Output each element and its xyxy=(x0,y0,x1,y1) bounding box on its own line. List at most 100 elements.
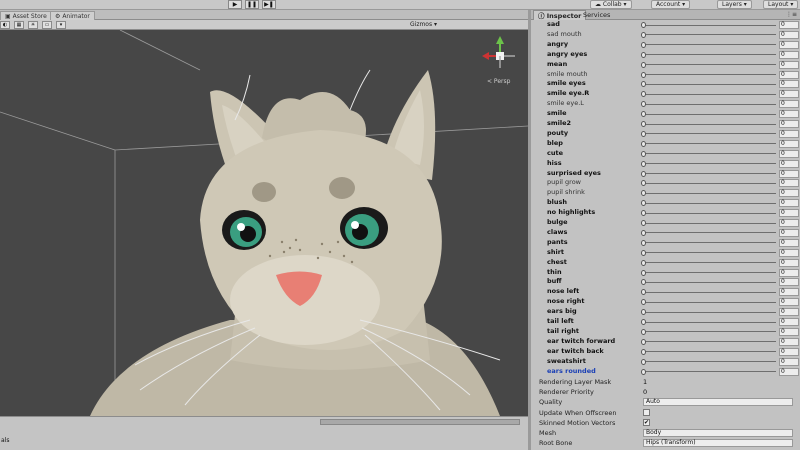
blendshape-slider[interactable] xyxy=(643,371,776,372)
blendshape-value-field[interactable]: 0 xyxy=(779,327,799,336)
layout-dropdown[interactable]: Layout ▾ xyxy=(763,0,799,9)
blendshape-value-field[interactable]: 0 xyxy=(779,268,799,277)
blendshape-slider-thumb[interactable] xyxy=(641,348,646,355)
blendshape-slider-thumb[interactable] xyxy=(641,140,646,147)
property-field[interactable]: Hips (Transform) xyxy=(643,439,793,448)
blendshape-slider[interactable] xyxy=(643,361,776,363)
blendshape-value-field[interactable]: 0 xyxy=(779,60,799,69)
blendshape-slider-thumb[interactable] xyxy=(641,81,646,88)
blendshape-slider[interactable] xyxy=(643,123,776,125)
blendshape-value-field[interactable]: 0 xyxy=(779,209,799,218)
blendshape-slider-thumb[interactable] xyxy=(641,130,646,137)
blendshape-slider[interactable] xyxy=(643,113,776,115)
blendshape-slider-thumb[interactable] xyxy=(641,289,646,296)
blendshape-slider-thumb[interactable] xyxy=(641,279,646,286)
collab-dropdown[interactable]: ☁ Collab ▾ xyxy=(590,0,632,9)
blendshape-slider[interactable] xyxy=(643,301,776,303)
blendshape-value-field[interactable]: 0 xyxy=(779,367,799,376)
blendshape-slider[interactable] xyxy=(643,34,776,36)
blendshape-slider[interactable] xyxy=(643,262,776,264)
blendshape-slider-thumb[interactable] xyxy=(641,338,646,345)
blendshape-slider[interactable] xyxy=(643,202,776,204)
blendshape-slider-thumb[interactable] xyxy=(641,239,646,246)
horizontal-scrollbar[interactable] xyxy=(320,419,520,425)
blendshape-slider[interactable] xyxy=(643,54,776,56)
gizmos-dropdown[interactable]: Gizmos ▾ xyxy=(410,21,437,29)
blendshape-slider-thumb[interactable] xyxy=(641,61,646,68)
play-button[interactable]: ▶ xyxy=(228,0,242,9)
blendshape-slider[interactable] xyxy=(643,74,776,75)
blendshape-slider-thumb[interactable] xyxy=(641,358,646,365)
blendshape-value-field[interactable]: 0 xyxy=(779,70,799,79)
blendshape-value-field[interactable]: 0 xyxy=(779,179,799,188)
layers-dropdown[interactable]: Layers ▾ xyxy=(717,0,752,9)
blendshape-slider[interactable] xyxy=(643,341,776,343)
blendshape-slider[interactable] xyxy=(643,291,776,293)
blendshape-value-field[interactable]: 0 xyxy=(779,298,799,307)
scene-viewport[interactable]: < Persp xyxy=(0,30,528,416)
blendshape-slider-thumb[interactable] xyxy=(641,309,646,316)
blendshape-slider[interactable] xyxy=(643,64,776,66)
blendshape-value-field[interactable]: 0 xyxy=(779,278,799,287)
blendshape-value-field[interactable]: 0 xyxy=(779,90,799,99)
blendshape-value-field[interactable]: 0 xyxy=(779,120,799,128)
blendshape-slider-thumb[interactable] xyxy=(641,22,646,28)
blendshape-slider[interactable] xyxy=(643,44,776,46)
blendshape-slider-thumb[interactable] xyxy=(641,229,646,236)
blendshape-slider-thumb[interactable] xyxy=(641,121,646,127)
blendshape-value-field[interactable]: 0 xyxy=(779,169,799,178)
shading-mode-button[interactable]: ◐ xyxy=(0,21,10,29)
blendshape-slider[interactable] xyxy=(643,311,776,313)
blendshape-slider-thumb[interactable] xyxy=(641,91,646,98)
property-checkbox[interactable]: ✔ xyxy=(643,418,650,426)
blendshape-slider[interactable] xyxy=(643,93,776,95)
blendshape-value-field[interactable]: 0 xyxy=(779,139,799,148)
blendshape-slider-thumb[interactable] xyxy=(641,210,646,217)
blendshape-value-field[interactable]: 0 xyxy=(779,248,799,257)
blendshape-slider-thumb[interactable] xyxy=(641,319,646,325)
blendshape-slider-thumb[interactable] xyxy=(641,220,646,226)
lighting-toggle-button[interactable]: ☀ xyxy=(28,21,38,29)
property-field[interactable]: Body xyxy=(643,429,793,437)
blendshape-value-field[interactable]: 0 xyxy=(779,219,799,227)
blendshape-slider[interactable] xyxy=(643,103,776,105)
blendshape-slider[interactable] xyxy=(643,222,776,224)
blendshape-value-field[interactable]: 0 xyxy=(779,238,799,247)
blendshape-value-field[interactable]: 0 xyxy=(779,21,799,29)
blendshape-slider[interactable] xyxy=(643,133,776,135)
step-button[interactable]: ▶❚ xyxy=(262,0,276,9)
blendshape-slider[interactable] xyxy=(643,321,776,323)
blendshape-slider-thumb[interactable] xyxy=(641,200,646,207)
effects-toggle-button[interactable]: ▾ xyxy=(56,21,66,29)
tab-animator[interactable]: ⚙ Animator xyxy=(50,11,95,20)
blendshape-value-field[interactable]: 0 xyxy=(779,189,799,198)
blendshape-slider-thumb[interactable] xyxy=(641,170,646,177)
blendshape-value-field[interactable]: 0 xyxy=(779,110,799,119)
blendshape-slider[interactable] xyxy=(643,83,776,85)
blendshape-slider-thumb[interactable] xyxy=(641,368,646,375)
panel-menu-icon[interactable]: ⋮≡ xyxy=(786,11,797,18)
blendshape-value-field[interactable]: 0 xyxy=(779,357,799,366)
blendshape-slider-thumb[interactable] xyxy=(641,328,646,335)
blendshape-value-field[interactable]: 0 xyxy=(779,337,799,346)
blendshape-value-field[interactable]: 0 xyxy=(779,50,799,59)
blendshape-value-field[interactable]: 0 xyxy=(779,40,799,49)
blendshape-value-field[interactable]: 0 xyxy=(779,347,799,356)
tab-asset-store[interactable]: ▣ Asset Store xyxy=(0,11,52,20)
blendshape-slider[interactable] xyxy=(643,351,776,353)
blendshape-value-field[interactable]: 0 xyxy=(779,199,799,208)
blendshape-slider[interactable] xyxy=(643,331,776,333)
blendshape-slider[interactable] xyxy=(643,212,776,214)
blendshape-slider-thumb[interactable] xyxy=(641,31,646,38)
blendshape-slider[interactable] xyxy=(643,232,776,234)
blendshape-slider[interactable] xyxy=(643,182,776,184)
blendshape-slider-thumb[interactable] xyxy=(641,190,646,197)
blendshape-slider-thumb[interactable] xyxy=(641,111,646,118)
pause-button[interactable]: ❚❚ xyxy=(245,0,259,9)
blendshape-slider-thumb[interactable] xyxy=(641,160,646,167)
blendshape-slider[interactable] xyxy=(643,281,776,283)
blendshape-value-field[interactable]: 0 xyxy=(779,159,799,168)
blendshape-slider-thumb[interactable] xyxy=(641,41,646,48)
blendshape-slider[interactable] xyxy=(643,272,776,273)
blendshape-slider[interactable] xyxy=(643,143,776,145)
